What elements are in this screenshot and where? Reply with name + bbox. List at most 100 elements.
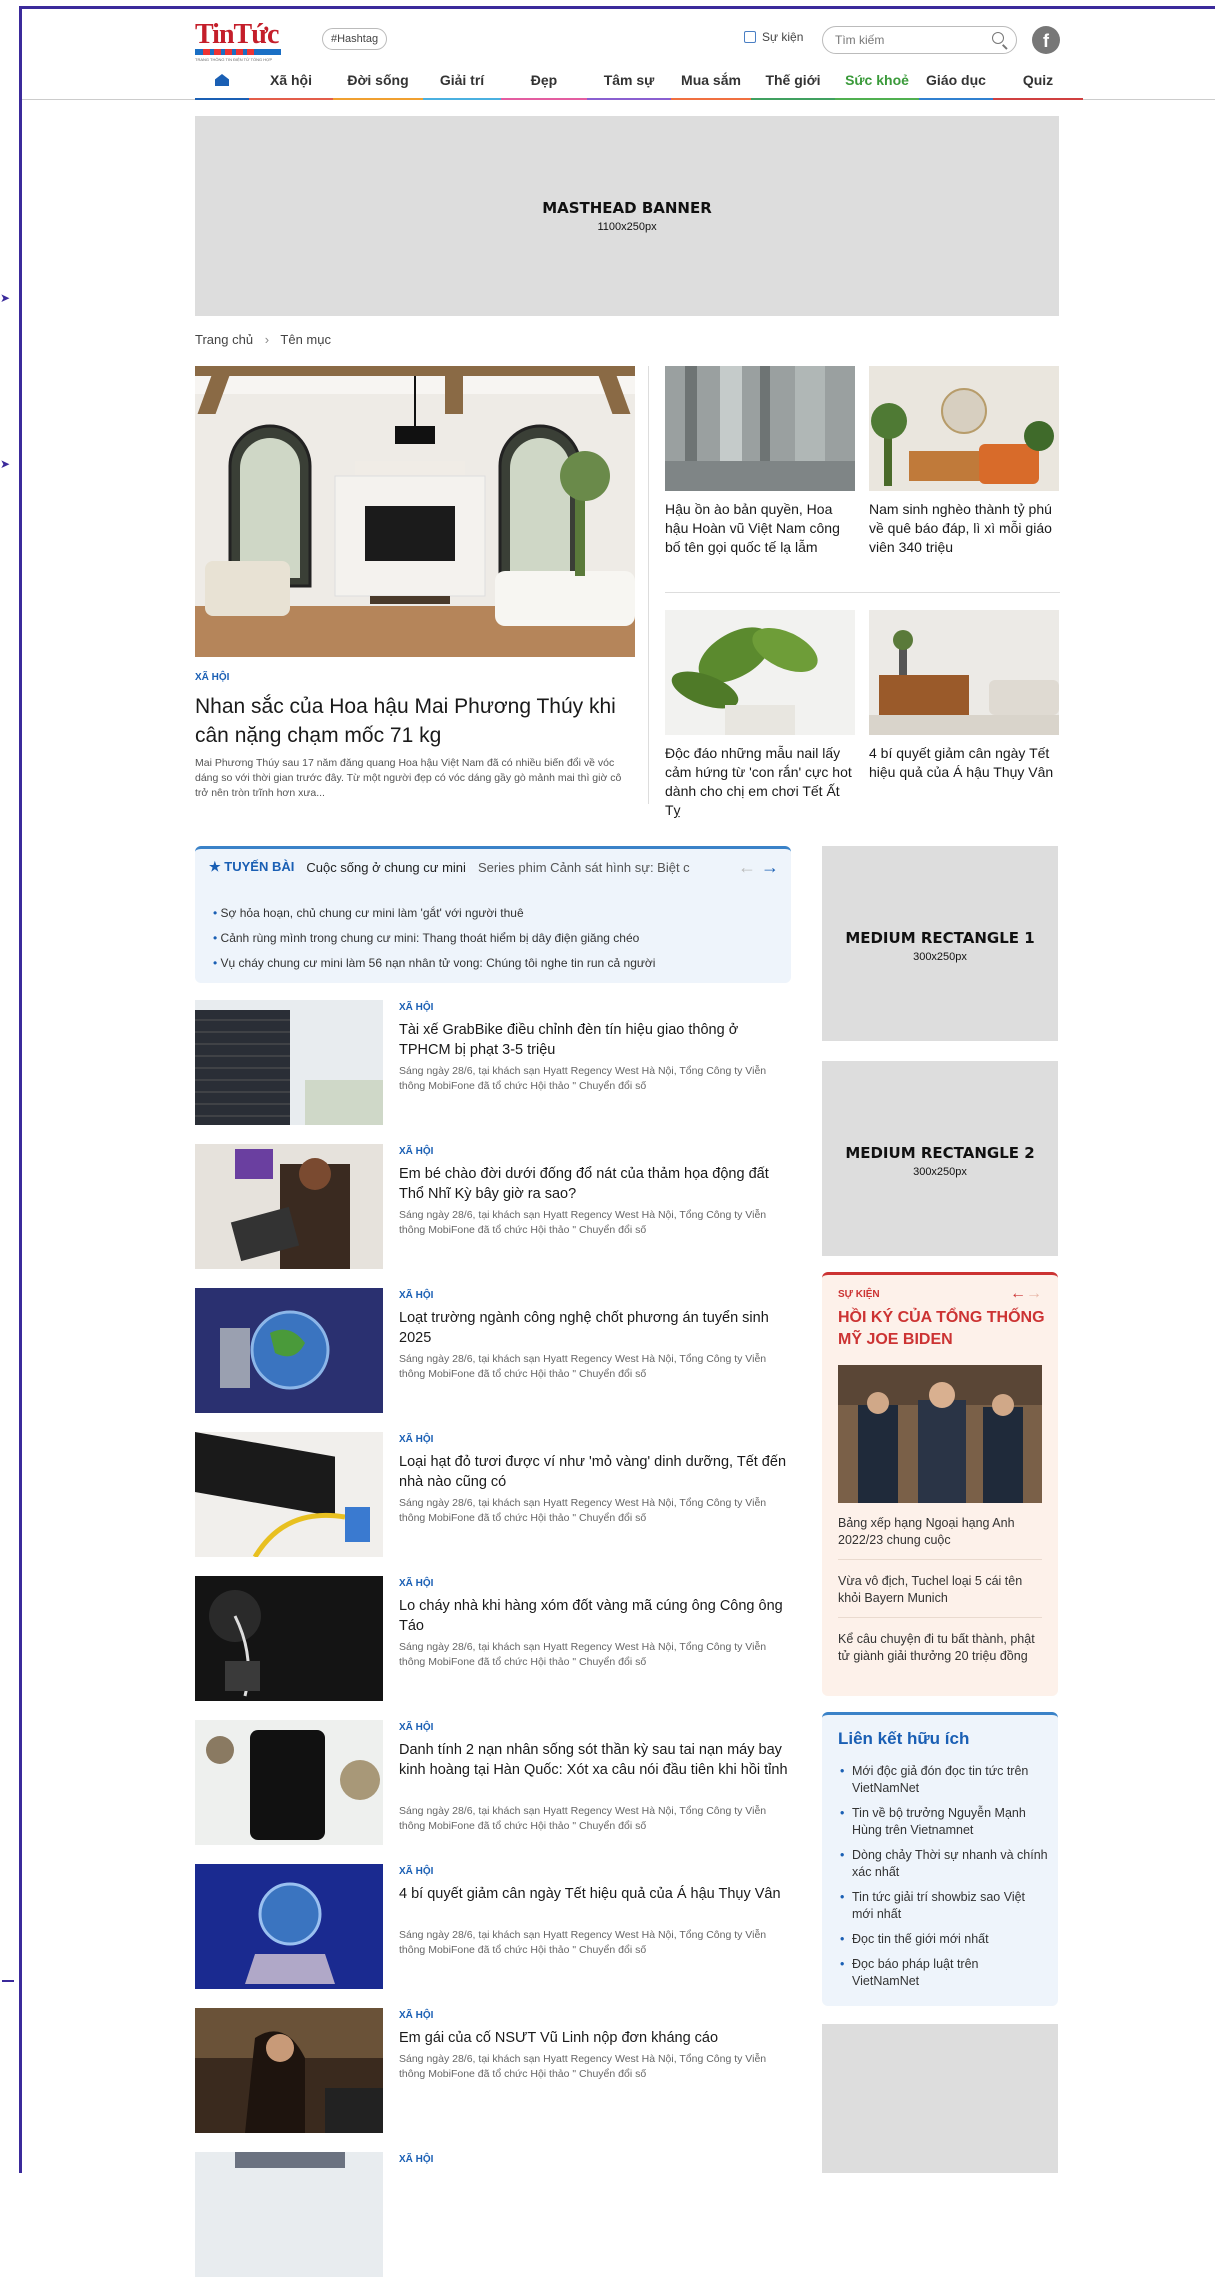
- useful-links-title: Liên kết hữu ích: [838, 1729, 970, 1748]
- nav-item[interactable]: Sức khoẻ: [835, 68, 919, 100]
- nav-item[interactable]: Quiz: [993, 68, 1083, 100]
- article-category[interactable]: XÃ HỘI: [399, 1578, 433, 1589]
- article-title[interactable]: Lo cháy nhà khi hàng xóm đốt vàng mã cún…: [399, 1596, 791, 1636]
- article-photo: [195, 1720, 383, 1845]
- lead-image[interactable]: [195, 366, 635, 657]
- series-item[interactable]: Cảnh rùng mình trong chung cư mini: Than…: [213, 926, 655, 951]
- article-category[interactable]: XÃ HỘI: [399, 1722, 433, 1733]
- article-title[interactable]: Tài xế GrabBike điều chỉnh đèn tín hiệu …: [399, 1020, 791, 1060]
- event-item[interactable]: Kể câu chuyện đi tu bất thành, phật tử g…: [838, 1631, 1048, 1665]
- article-thumbnail[interactable]: [195, 2008, 383, 2133]
- useful-link[interactable]: Đọc tin thế giới mới nhất: [838, 1931, 1048, 1948]
- useful-link[interactable]: Tin về bộ trưởng Nguyễn Mạnh Hùng trên V…: [838, 1805, 1048, 1839]
- useful-link[interactable]: Đọc báo pháp luật trên VietNamNet: [838, 1956, 1048, 1990]
- article-category[interactable]: XÃ HỘI: [399, 1866, 433, 1877]
- nav-item[interactable]: Thế giới: [751, 68, 835, 100]
- article-thumbnail[interactable]: [195, 2152, 383, 2277]
- article-category[interactable]: XÃ HỘI: [399, 1002, 433, 1013]
- featured-title[interactable]: 4 bí quyết giảm cân ngày Tết hiệu quả củ…: [869, 744, 1059, 782]
- nav-item[interactable]: Đời sống: [333, 68, 423, 100]
- nav-item[interactable]: Xã hội: [249, 68, 333, 100]
- article-category[interactable]: XÃ HỘI: [399, 1290, 433, 1301]
- series-item[interactable]: Vụ cháy chung cư mini làm 56 nạn nhân tử…: [213, 951, 656, 976]
- series-label-text: TUYẾN BÀI: [224, 859, 295, 874]
- nav-item[interactable]: Mua sắm: [671, 68, 751, 100]
- search-icon[interactable]: [992, 32, 1004, 44]
- nav-item[interactable]: Giải trí: [423, 68, 501, 100]
- article-item[interactable]: XÃ HỘI 4 bí quyết giảm cân ngày Tết hiệu …: [195, 1864, 795, 1989]
- article-thumbnail[interactable]: [195, 1864, 383, 1989]
- lead-summary: Mai Phương Thúy sau 17 năm đăng quang Ho…: [195, 757, 622, 799]
- arrow-left-icon[interactable]: ←: [738, 857, 756, 877]
- article-title[interactable]: Loại hạt đỏ tươi được ví như 'mỏ vàng' d…: [399, 1452, 791, 1492]
- star-icon: ★: [209, 859, 221, 874]
- article-thumbnail[interactable]: [195, 1432, 383, 1557]
- article-title[interactable]: 4 bí quyết giảm cân ngày Tết hiệu quả củ…: [399, 1884, 791, 1904]
- article-item[interactable]: XÃ HỘI Em bé chào đời dưới đống đổ nát củ…: [195, 1144, 795, 1269]
- featured-image[interactable]: [665, 610, 855, 735]
- featured-image[interactable]: [665, 366, 855, 491]
- article-title[interactable]: Loạt trường ngành công nghệ chốt phương …: [399, 1308, 791, 1348]
- event-item[interactable]: Bảng xếp hạng Ngoại hạng Anh 2022/23 chu…: [838, 1515, 1048, 1549]
- article-category[interactable]: XÃ HỘI: [399, 1146, 433, 1157]
- lead-title[interactable]: Nhan sắc của Hoa hậu Mai Phương Thúy khi…: [195, 692, 635, 750]
- article-item[interactable]: XÃ HỘI Danh tính 2 nạn nhân sống sót thần…: [195, 1720, 795, 1845]
- breadcrumb-home[interactable]: Trang chủ: [195, 332, 253, 347]
- breadcrumb-current[interactable]: Tên mục: [280, 332, 331, 347]
- article-photo: [195, 1432, 383, 1557]
- article-item[interactable]: XÃ HỘI: [195, 2152, 795, 2277]
- arrow-right-icon[interactable]: →: [761, 857, 779, 877]
- article-category[interactable]: XÃ HỘI: [399, 2010, 433, 2021]
- site-logo[interactable]: TinTức TRANG THÔNG TIN ĐIỆN TỬ TỔNG HỢP: [195, 21, 281, 62]
- tab-series-active[interactable]: Cuộc sống ở chung cư mini: [306, 860, 466, 876]
- sidebar-ad-placeholder[interactable]: [822, 2024, 1058, 2173]
- featured-image[interactable]: [869, 366, 1059, 491]
- event-title[interactable]: HỒI KÝ CỦA TỔNG THỐNG MỸ JOE BIDEN: [838, 1307, 1048, 1351]
- event-image[interactable]: [838, 1365, 1042, 1503]
- article-title[interactable]: Danh tính 2 nạn nhân sống sót thần kỳ sa…: [399, 1740, 791, 1780]
- article-title[interactable]: Em bé chào đời dưới đống đổ nát của thảm…: [399, 1164, 791, 1204]
- article-item[interactable]: XÃ HỘI Tài xế GrabBike điều chỉnh đèn tín…: [195, 1000, 795, 1125]
- nav-home[interactable]: [195, 68, 249, 100]
- useful-link[interactable]: Dòng chảy Thời sự nhanh và chính xác nhấ…: [838, 1847, 1048, 1881]
- article-item[interactable]: XÃ HỘI Loạt trường ngành công nghệ chốt p…: [195, 1288, 795, 1413]
- article-category[interactable]: XÃ HỘI: [399, 1434, 433, 1445]
- masthead-banner[interactable]: MASTHEAD BANNER 1100x250px: [195, 116, 1059, 316]
- lead-category[interactable]: XÃ HỘI: [195, 672, 229, 683]
- featured-title[interactable]: Hậu ồn ào bản quyền, Hoa hậu Hoàn vũ Việ…: [665, 500, 855, 557]
- facebook-icon[interactable]: f: [1032, 26, 1060, 54]
- arrow-right-icon[interactable]: →: [1026, 1285, 1042, 1302]
- article-item[interactable]: XÃ HỘI Em gái của cố NSƯT Vũ Linh nộp đơn…: [195, 2008, 795, 2133]
- article-thumbnail[interactable]: [195, 1144, 383, 1269]
- article-thumbnail[interactable]: [195, 1288, 383, 1413]
- medium-rectangle-ad-2[interactable]: MEDIUM RECTANGLE 2 300x250px: [822, 1061, 1058, 1256]
- featured-title[interactable]: Độc đáo những mẫu nail lấy cảm hứng từ '…: [665, 744, 855, 820]
- article-item[interactable]: XÃ HỘI Lo cháy nhà khi hàng xóm đốt vàng …: [195, 1576, 795, 1701]
- featured-title[interactable]: Nam sinh nghèo thành tỷ phú về quê báo đ…: [869, 500, 1059, 557]
- useful-link[interactable]: Mới độc giả đón đọc tin tức trên VietNam…: [838, 1763, 1048, 1797]
- nav-item[interactable]: Giáo dục: [919, 68, 993, 100]
- marker-arrow-icon: ➤: [0, 291, 11, 305]
- search-input[interactable]: Tìm kiếm: [822, 26, 1017, 54]
- arrow-left-icon[interactable]: ←: [1010, 1285, 1026, 1302]
- featured-image[interactable]: [869, 610, 1059, 735]
- series-list: Sợ hỏa hoạn, chủ chung cư mini làm 'gắt'…: [213, 901, 656, 976]
- nav-item[interactable]: Tâm sự: [587, 68, 671, 100]
- nav-item[interactable]: Đẹp: [501, 68, 587, 100]
- article-summary: Sáng ngày 28/6, tại khách sạn Hyatt Rege…: [399, 1641, 767, 1668]
- series-item[interactable]: Sợ hỏa hoạn, chủ chung cư mini làm 'gắt'…: [213, 901, 655, 926]
- article-category[interactable]: XÃ HỘI: [399, 2154, 433, 2165]
- useful-link[interactable]: Tin tức giải trí showbiz sao Việt mới nh…: [838, 1889, 1048, 1923]
- article-thumbnail[interactable]: [195, 1000, 383, 1125]
- hashtag-button[interactable]: #Hashtag: [322, 28, 388, 50]
- medium-rectangle-ad-1[interactable]: MEDIUM RECTANGLE 1 300x250px: [822, 846, 1058, 1041]
- main-nav: Xã hội Đời sống Giải trí Đẹp Tâm sự Mua sắm Th…: [195, 68, 1085, 100]
- article-thumbnail[interactable]: [195, 1720, 383, 1845]
- article-title[interactable]: Em gái của cố NSƯT Vũ Linh nộp đơn kháng…: [399, 2028, 791, 2048]
- ad-title: MEDIUM RECTANGLE 2: [845, 1144, 1035, 1162]
- tab-series-other[interactable]: Series phim Cảnh sát hình sự: Biệt c: [478, 860, 690, 875]
- event-item[interactable]: Vừa vô địch, Tuchel loại 5 cái tên khỏi …: [838, 1573, 1048, 1607]
- event-link[interactable]: Sự kiện: [744, 30, 803, 44]
- article-item[interactable]: XÃ HỘI Loại hạt đỏ tươi được ví như 'mỏ v…: [195, 1432, 795, 1557]
- article-thumbnail[interactable]: [195, 1576, 383, 1701]
